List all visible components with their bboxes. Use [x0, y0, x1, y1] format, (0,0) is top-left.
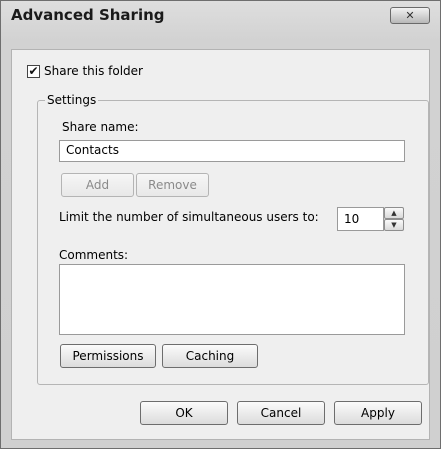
close-icon: ✕ — [405, 9, 415, 22]
chevron-up-icon: ▲ — [391, 208, 397, 217]
close-button[interactable]: ✕ — [390, 7, 430, 24]
apply-button[interactable]: Apply — [334, 401, 422, 425]
add-button[interactable]: Add — [61, 173, 134, 197]
share-folder-checkbox[interactable]: ✔ — [27, 64, 40, 78]
user-limit-label: Limit the number of simultaneous users t… — [59, 210, 319, 224]
chevron-down-icon: ▼ — [391, 220, 397, 229]
user-limit-value: 10 — [344, 212, 360, 226]
share-name-label: Share name: — [62, 120, 139, 134]
title-bar: Advanced Sharing ✕ — [1, 1, 440, 29]
spin-down-button[interactable]: ▼ — [384, 219, 404, 231]
advanced-sharing-dialog: Advanced Sharing ✕ ✔ Share this folder S… — [0, 0, 441, 449]
spin-up-button[interactable]: ▲ — [384, 207, 404, 219]
cancel-button[interactable]: Cancel — [237, 401, 325, 425]
comments-textarea[interactable] — [59, 264, 405, 335]
user-limit-spinner[interactable]: ▲ ▼ — [384, 207, 404, 231]
share-name-value: Contacts — [66, 143, 119, 157]
share-name-input[interactable]: Contacts — [59, 140, 405, 162]
comments-label: Comments: — [59, 248, 129, 262]
permissions-button[interactable]: Permissions — [60, 344, 156, 368]
caching-button[interactable]: Caching — [162, 344, 258, 368]
share-folder-label: Share this folder — [44, 64, 143, 78]
user-limit-input[interactable]: 10 — [337, 207, 384, 231]
dialog-title: Advanced Sharing — [11, 6, 165, 24]
remove-button[interactable]: Remove — [136, 173, 209, 197]
settings-legend: Settings — [45, 93, 99, 107]
ok-button[interactable]: OK — [140, 401, 228, 425]
checkmark-icon: ✔ — [28, 64, 39, 78]
share-folder-checkbox-row[interactable]: ✔ Share this folder — [27, 63, 143, 79]
